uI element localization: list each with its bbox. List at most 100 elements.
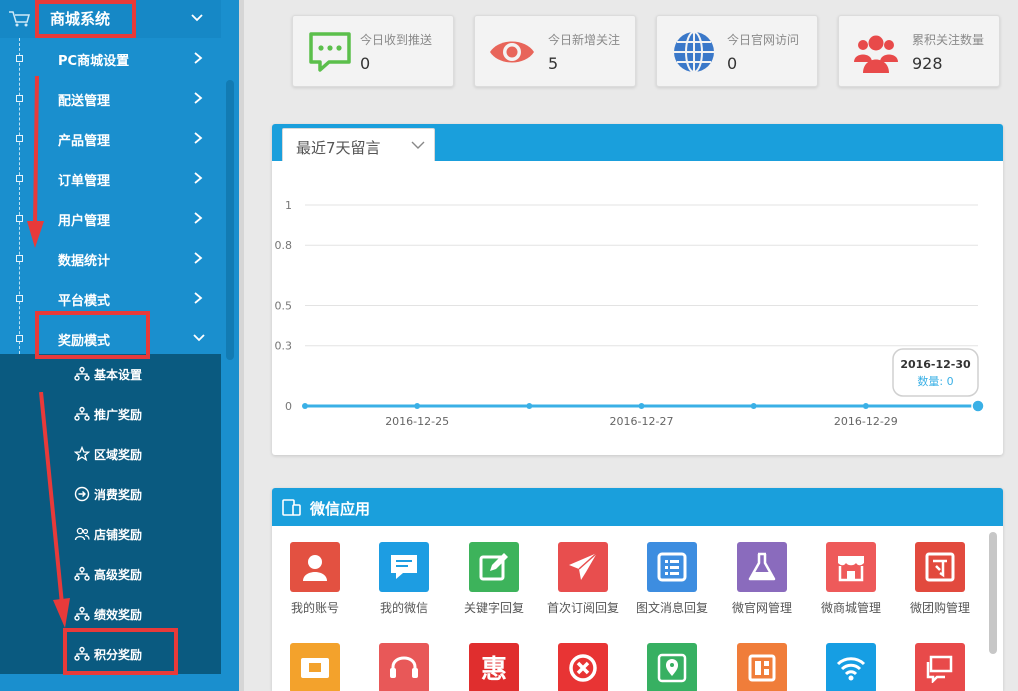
apps-header: 微信应用: [272, 488, 1003, 526]
app-tile[interactable]: [633, 643, 711, 691]
data-point: [862, 403, 869, 409]
sidebar-item-label: 配送管理: [58, 94, 111, 109]
sidebar-item-label: 奖励模式: [58, 334, 111, 349]
sidebar-item[interactable]: 数据统计: [0, 238, 221, 278]
svg-text:惠: 惠: [481, 655, 507, 683]
period-select-label: 最近7天留言: [296, 139, 381, 157]
app-tile[interactable]: [812, 643, 890, 691]
y-tick-label: 0.5: [275, 300, 293, 313]
star-icon: [73, 445, 91, 462]
sidebar-item-label: 用户管理: [58, 214, 111, 229]
app-tile[interactable]: 微团购管理: [901, 542, 979, 622]
sidebar-item-label: PC商城设置: [58, 54, 130, 69]
tooltip-date: 2016-12-30: [900, 358, 971, 371]
sidebar-item-label: 订单管理: [58, 174, 111, 189]
chart-panel: 最近7天留言 1 0.8 0.5 0.3 0 2016-12-25 2016-12-27 20…: [272, 124, 1003, 455]
headset-icon: [379, 643, 429, 691]
apps-title: 微信应用: [310, 500, 371, 518]
chevron-right-icon: [192, 91, 204, 105]
submenu-item-label: 推广奖励: [94, 408, 143, 422]
submenu-item-label: 绩效奖励: [94, 608, 143, 622]
submenu-item[interactable]: 区域奖励: [0, 434, 221, 474]
y-tick-label: 0.8: [275, 239, 293, 252]
submenu-item[interactable]: 消费奖励: [0, 474, 221, 514]
app-tile[interactable]: 微商城管理: [812, 542, 890, 622]
submenu-item[interactable]: 基本设置: [0, 354, 221, 394]
app-tile[interactable]: 图文消息回复: [633, 542, 711, 622]
app-label: 图文消息回复: [635, 601, 708, 615]
sidebar-item[interactable]: 配送管理: [0, 78, 221, 118]
stat-value: 0: [727, 54, 738, 73]
stat-label: 累积关注数量: [912, 33, 985, 47]
stat-label: 今日收到推送: [360, 33, 433, 47]
globe-icon: [671, 30, 717, 74]
chat-icon: [307, 30, 353, 74]
sidebar-top-item[interactable]: 商城系统: [0, 0, 221, 38]
app-tile[interactable]: 微官网管理: [723, 542, 801, 622]
chevron-right-icon: [192, 251, 204, 265]
tree-node: [16, 55, 23, 62]
stat-label: 今日新增关注: [548, 33, 621, 47]
sidebar-item[interactable]: 奖励模式: [0, 318, 221, 358]
submenu-item[interactable]: 店铺奖励: [0, 514, 221, 554]
app-label: 我的微信: [379, 601, 428, 615]
data-point: [526, 403, 533, 409]
chevron-right-icon: [192, 211, 204, 225]
submenu-item[interactable]: 绩效奖励: [0, 594, 221, 634]
data-point: [971, 399, 985, 413]
app-tile[interactable]: 我的微信: [365, 542, 443, 622]
stat-card: 今日收到推送 0: [292, 15, 454, 87]
app-tile[interactable]: [901, 643, 979, 691]
tree-node: [16, 95, 23, 102]
app-label: 关键字回复: [463, 601, 524, 615]
eye-icon: [489, 30, 535, 74]
card-icon: [290, 643, 340, 691]
app-tile[interactable]: [544, 643, 622, 691]
sitemap-icon: [74, 406, 90, 422]
submenu-item[interactable]: 积分奖励: [0, 634, 221, 674]
submenu-item[interactable]: 高级奖励: [0, 554, 221, 594]
data-point: [414, 403, 421, 409]
chevron-right-icon: [192, 291, 204, 305]
wechat-apps-panel: 微信应用 我的账号 我的微信 关键字回复 首次订阅回复 图文消息回复 微官网管理 微商城管理…: [272, 488, 1003, 691]
sidebar-item[interactable]: 订单管理: [0, 158, 221, 198]
scrollbar-thumb[interactable]: [226, 80, 234, 360]
sidebar-item[interactable]: 用户管理: [0, 198, 221, 238]
paper-plane-icon: [558, 542, 608, 592]
stat-card: 今日新增关注 5: [474, 15, 636, 87]
tooltip-box: [892, 348, 979, 397]
app-label: 首次订阅回复: [546, 601, 619, 615]
x-tick-label: 2016-12-25: [385, 415, 449, 428]
apps-scrollbar[interactable]: [989, 532, 997, 654]
group-buy-icon: [915, 542, 965, 592]
app-label: 我的账号: [290, 601, 339, 615]
submenu-item[interactable]: 推广奖励: [0, 394, 221, 434]
list-icon: [647, 542, 697, 592]
store-icon: [826, 542, 876, 592]
x-tick-label: 2016-12-27: [610, 415, 674, 428]
app-tile[interactable]: 我的账号: [276, 542, 354, 622]
sitemap-icon: [74, 366, 90, 382]
app-tile[interactable]: [723, 643, 801, 691]
stat-label: 今日官网访问: [727, 33, 800, 47]
sidebar-scrollbar[interactable]: [221, 0, 239, 691]
sidebar-item[interactable]: 平台模式: [0, 278, 221, 318]
period-select[interactable]: 最近7天留言: [282, 128, 435, 161]
sitemap-icon: [74, 566, 90, 582]
sidebar-item[interactable]: PC商城设置: [0, 38, 221, 78]
app-tile[interactable]: 关键字回复: [455, 542, 533, 622]
wifi-icon: [826, 643, 876, 691]
app-tile[interactable]: [365, 643, 443, 691]
app-tile[interactable]: [276, 643, 354, 691]
app-label: 微官网管理: [731, 601, 792, 615]
data-point: [302, 403, 308, 409]
submenu-item-label: 基本设置: [94, 368, 143, 382]
sidebar-item[interactable]: 产品管理: [0, 118, 221, 158]
app-tile[interactable]: 惠: [455, 643, 533, 691]
sidebar-item-label: 产品管理: [58, 134, 111, 149]
tree-node: [16, 335, 23, 342]
app-label: 微团购管理: [909, 601, 970, 615]
devices-icon: [282, 499, 302, 516]
users-icon: [74, 526, 90, 542]
app-tile[interactable]: 首次订阅回复: [544, 542, 622, 622]
